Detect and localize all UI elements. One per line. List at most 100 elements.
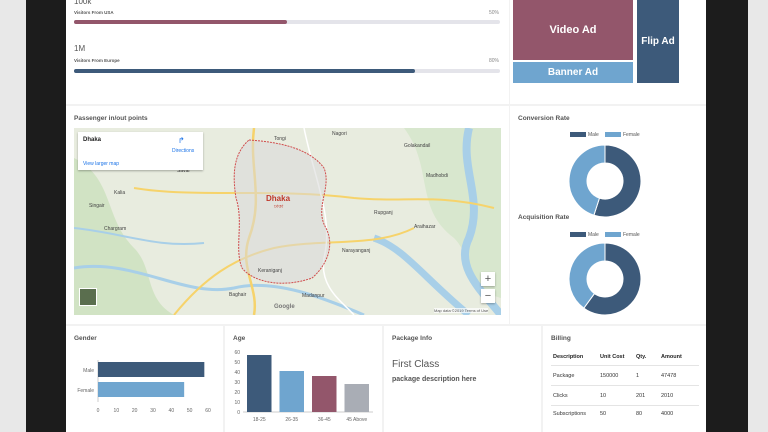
gender-x-tick-label: 20 <box>132 408 138 414</box>
map-place-label: Narayanganj <box>342 248 371 254</box>
left-bezel <box>26 0 66 432</box>
dashboard-screen: 100k Visitors From USA 50% 1M Visitors F… <box>66 0 706 432</box>
directions-link[interactable]: Directions <box>172 148 194 154</box>
legend-label-female: Female <box>623 132 640 138</box>
age-category-label: 36-45 <box>318 417 331 423</box>
map-place-label: Rupganj <box>374 210 393 216</box>
map-view[interactable]: Dhaka ঢাকা Tongi Savar Nagori Madhobdi N… <box>74 128 501 315</box>
europe-visitors-label: Visitors From Europe <box>74 58 120 63</box>
age-bar <box>344 384 369 412</box>
map-panel-title: Passenger in/out points <box>74 115 148 122</box>
map-city-label: Dhaka <box>266 194 291 203</box>
rates-panel: Conversion Rate Male Female Acquisition … <box>510 106 706 324</box>
age-y-tick-label: 50 <box>234 360 240 366</box>
gender-x-tick-label: 40 <box>169 408 175 414</box>
table-cell: 1 <box>636 373 640 379</box>
age-y-tick-label: 20 <box>234 390 240 396</box>
age-panel: Age 0 10 20 30 40 50 60 18-25 26-35 36-45 45 Above <box>225 326 382 432</box>
billing-header-description: Description <box>553 354 584 360</box>
banner-ad-button[interactable]: Banner Ad <box>513 62 633 83</box>
visitors-panel: 100k Visitors From USA 50% 1M Visitors F… <box>66 0 509 104</box>
map-place-label: Araihazar <box>414 224 436 230</box>
table-cell: 201 <box>636 393 646 399</box>
table-cell: Package <box>553 373 575 379</box>
europe-visitors-percent: 80% <box>489 58 500 64</box>
zoom-in-button[interactable]: + <box>481 272 495 286</box>
billing-header-unit-cost: Unit Cost <box>600 354 625 360</box>
age-bar <box>312 376 337 412</box>
europe-progress-fill <box>74 69 415 73</box>
map-card-place: Dhaka <box>83 137 102 143</box>
legend-label-male: Male <box>588 132 599 138</box>
age-category-label: 26-35 <box>285 417 298 423</box>
gender-bar-male <box>98 362 205 377</box>
legend-label-male: Male <box>588 232 599 238</box>
right-bezel <box>706 0 730 432</box>
conversion-rate-title: Conversion Rate <box>518 115 570 122</box>
billing-header-qty: Qty. <box>636 354 647 360</box>
age-y-tick-label: 10 <box>234 400 240 406</box>
zoom-out-button[interactable]: − <box>481 289 495 303</box>
legend-swatch-female <box>605 132 621 137</box>
gender-x-tick-label: 50 <box>187 408 193 414</box>
usa-visitors-value: 100k <box>74 0 92 6</box>
table-divider <box>551 385 699 386</box>
directions-icon[interactable]: ↱ <box>178 136 185 145</box>
gender-bar-female <box>98 382 185 397</box>
gender-x-tick-label: 0 <box>97 408 100 414</box>
acquisition-rate-title: Acquisition Rate <box>518 214 570 221</box>
map-place-label: Madanpur <box>302 293 325 299</box>
gender-x-tick-label: 30 <box>150 408 156 414</box>
map-footer[interactable]: Map data ©2019 Terms of Use <box>434 308 489 313</box>
table-cell: 80 <box>636 411 643 417</box>
table-divider <box>551 365 699 366</box>
flip-ad-button[interactable]: Flip Ad <box>637 0 679 83</box>
legend-swatch-male <box>570 232 586 237</box>
europe-visitors-value: 1M <box>74 44 86 53</box>
package-name: First Class <box>392 359 440 370</box>
right-frame <box>748 0 768 432</box>
gender-x-tick-label: 60 <box>205 408 211 414</box>
usa-visitors-percent: 50% <box>489 10 500 16</box>
map-place-label: Singair <box>89 203 105 209</box>
table-cell: 150000 <box>600 373 619 379</box>
satellite-toggle-thumbnail[interactable] <box>79 288 97 306</box>
map-place-label: Madhobdi <box>426 173 448 179</box>
age-y-tick-label: 60 <box>234 350 240 356</box>
age-bar <box>279 371 304 412</box>
table-cell: 2010 <box>661 393 674 399</box>
usa-progress-track <box>74 20 500 24</box>
ads-panel: Video Ad Banner Ad Flip Ad <box>510 0 706 104</box>
table-cell: 47478 <box>661 373 677 379</box>
package-info-title: Package Info <box>392 335 433 342</box>
age-title: Age <box>233 335 246 342</box>
map-place-label: Golakandail <box>404 143 431 149</box>
package-description: package description here <box>392 376 477 383</box>
age-bar <box>247 355 272 412</box>
gender-bar-chart: Male Female 0 10 20 30 40 50 60 <box>77 360 211 414</box>
billing-title: Billing <box>551 335 571 342</box>
table-cell: 50 <box>600 411 607 417</box>
acquisition-donut-chart <box>568 242 642 316</box>
gender-title: Gender <box>74 335 97 342</box>
map-place-label: Tongi <box>274 136 286 142</box>
billing-header-amount: Amount <box>661 354 682 360</box>
europe-progress-track <box>74 69 500 73</box>
legend-swatch-male <box>570 132 586 137</box>
age-bar-chart: 0 10 20 30 40 50 60 18-25 26-35 36-45 45 Above <box>234 350 373 423</box>
usa-progress-fill <box>74 20 287 24</box>
video-ad-button[interactable]: Video Ad <box>513 0 633 60</box>
age-y-tick-label: 30 <box>234 380 240 386</box>
view-larger-map-link[interactable]: View larger map <box>83 161 119 167</box>
map-place-label: Keraniganj <box>258 268 282 274</box>
right-bezel-outer <box>730 0 750 432</box>
usa-visitors-label: Visitors From USA <box>74 10 114 15</box>
table-cell: 4000 <box>661 411 674 417</box>
map-info-card: Dhaka View larger map ↱ Directions <box>78 132 203 170</box>
package-panel: Package Info First Class package descrip… <box>384 326 541 432</box>
billing-panel: Billing Description Unit Cost Qty. Amoun… <box>543 326 706 432</box>
map-place-label: Kalia <box>114 190 126 196</box>
table-cell: Clicks <box>553 393 568 399</box>
gender-x-tick-label: 10 <box>114 408 120 414</box>
map-place-label: Nagori <box>332 131 347 137</box>
